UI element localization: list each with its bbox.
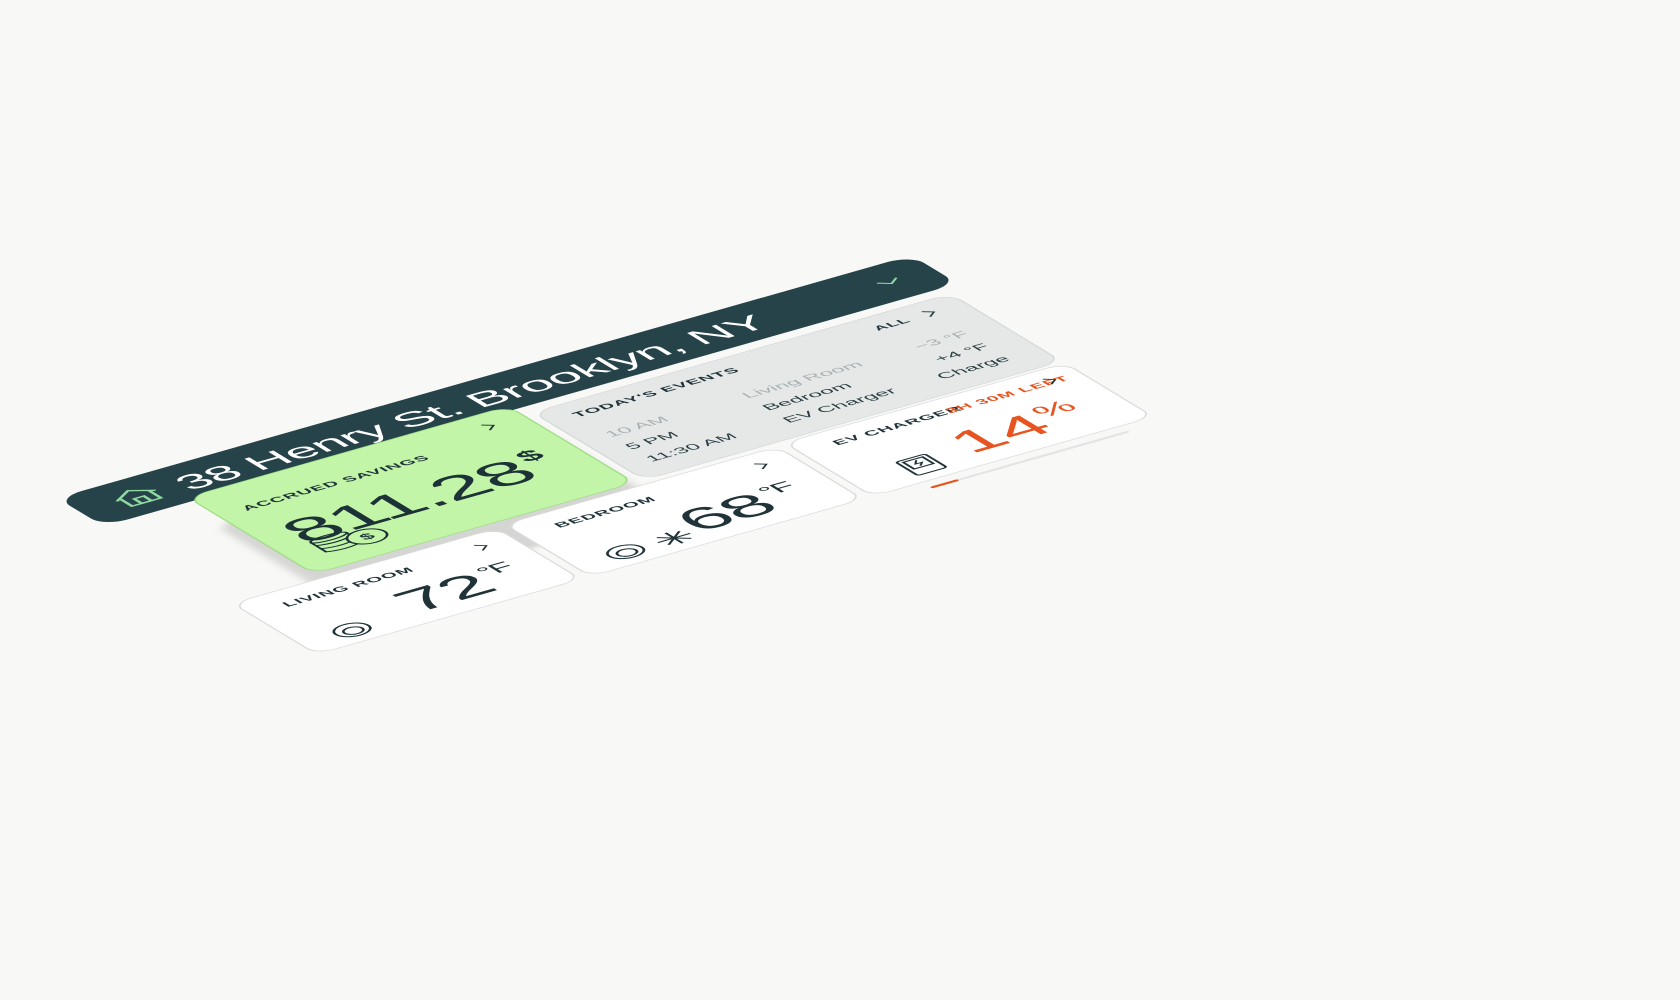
thermostat-dial-icon: [324, 619, 381, 641]
thermostat-dial-icon: [597, 541, 654, 563]
all-link-label: ALL: [870, 316, 914, 333]
dashboard-stage: 38 Henry St. Brooklyn, NY TODAY'S EVENTS…: [57, 255, 1175, 657]
chevron-right-icon[interactable]: [746, 459, 778, 472]
all-events-link[interactable]: ALL: [871, 317, 915, 333]
ev-charger-icon: [889, 452, 953, 478]
chevron-right-icon[interactable]: [914, 307, 946, 320]
ev-progress-fill: [929, 479, 960, 489]
chevron-down-icon[interactable]: [869, 274, 908, 290]
home-icon: [104, 483, 171, 509]
chevron-right-icon[interactable]: [466, 540, 498, 553]
chevron-right-icon[interactable]: [474, 420, 506, 433]
